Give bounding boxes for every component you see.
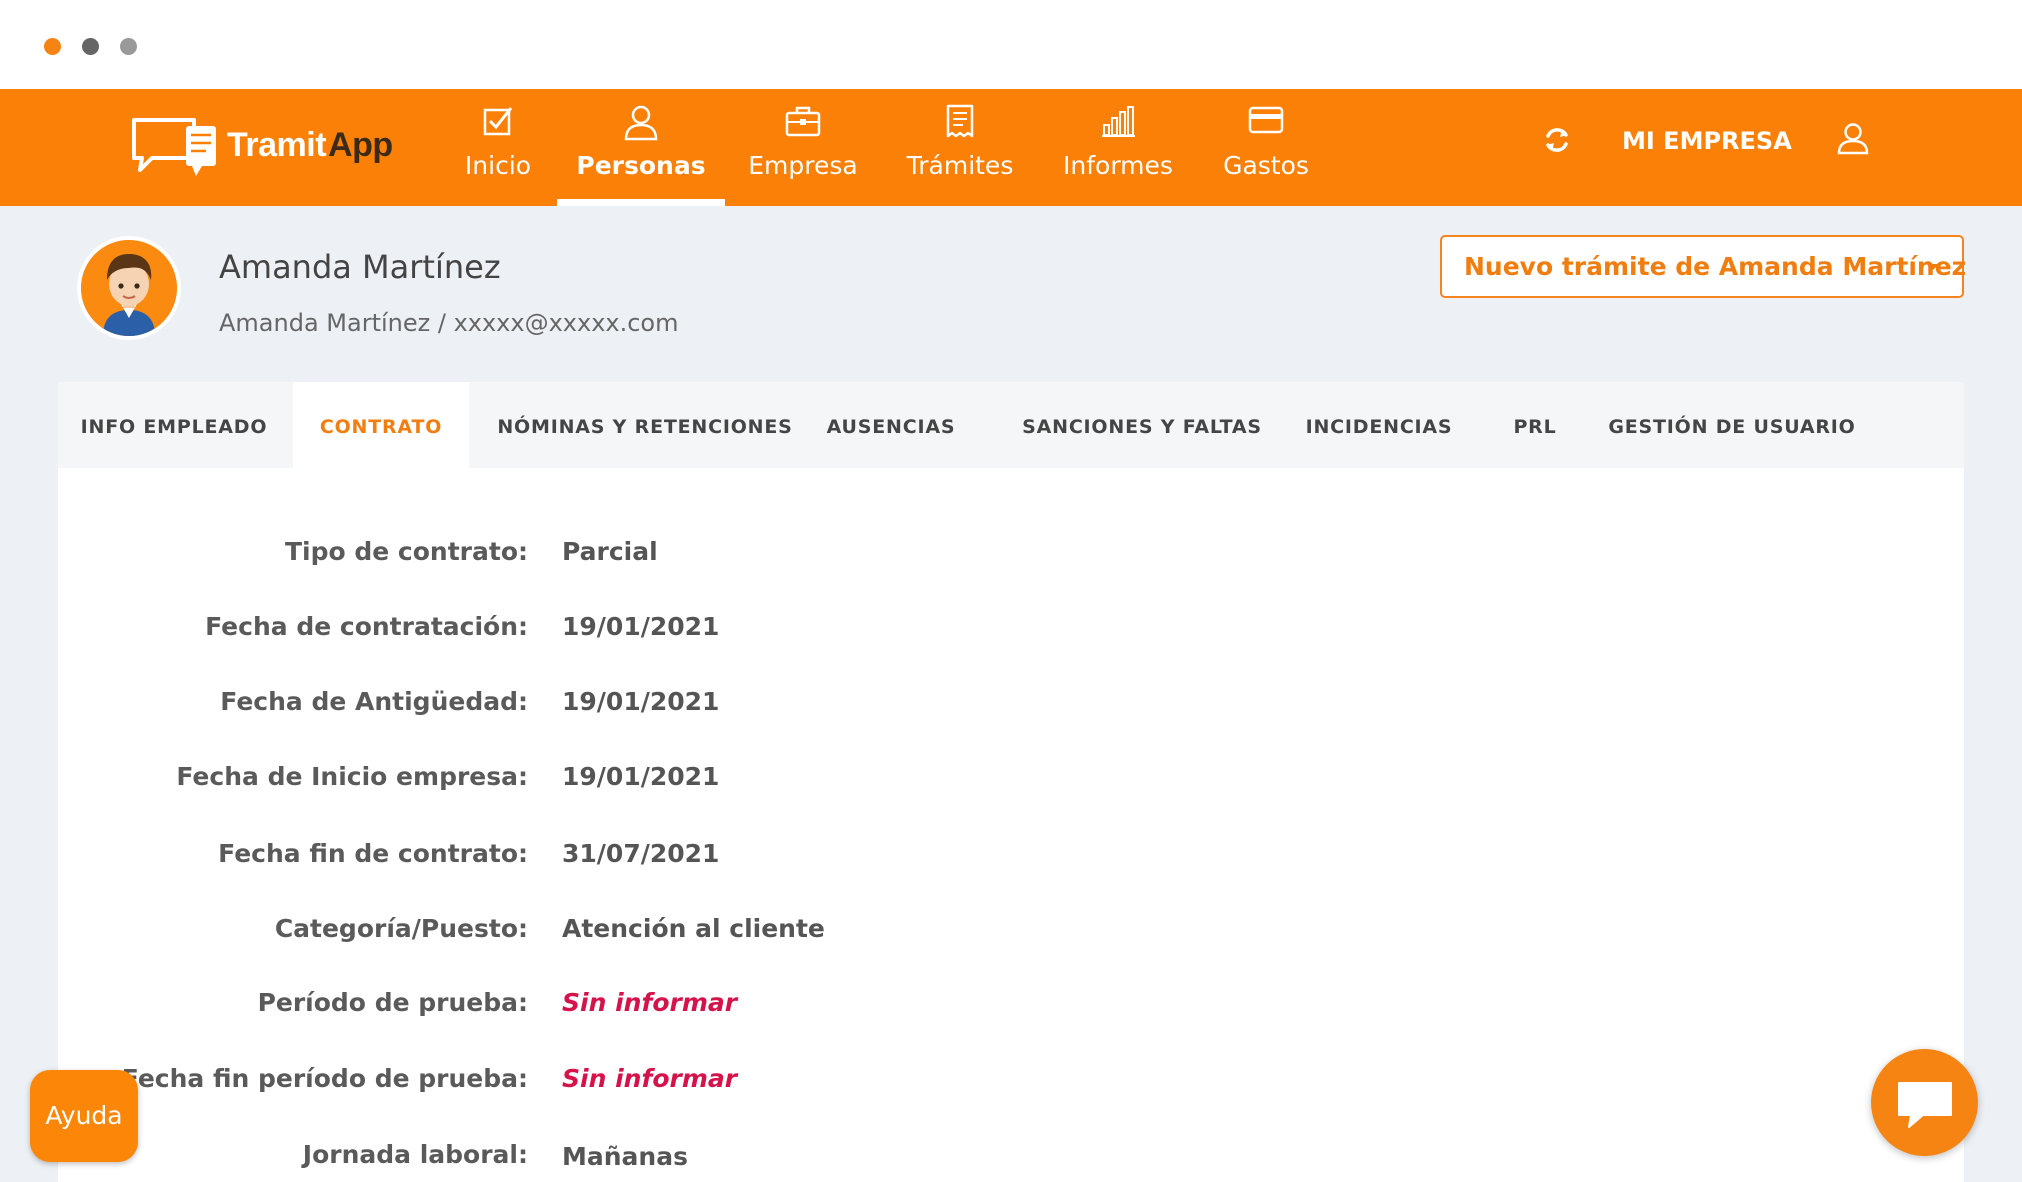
new-procedure-dropdown-button[interactable]: Nuevo trámite de Amanda Martínez <box>1440 235 1967 298</box>
nav-right-group: MI EMPRESA <box>0 89 2022 206</box>
tab-ausencias[interactable]: AUSENCIAS <box>820 382 962 468</box>
tab-sanciones-faltas[interactable]: SANCIONES Y FALTAS <box>1016 382 1268 468</box>
field-value-fecha-antiguedad: 19/01/2021 <box>562 687 720 716</box>
user-account-icon[interactable] <box>1836 121 1870 155</box>
field-value-fecha-fin-periodo-prueba: Sin informar <box>562 1064 738 1093</box>
new-procedure-button-label: Nuevo trámite de Amanda Martínez <box>1464 251 1967 281</box>
field-label-categoria-puesto: Categoría/Puesto: <box>274 914 528 943</box>
window-maximize-dot[interactable] <box>120 38 137 55</box>
field-value-periodo-prueba: Sin informar <box>562 988 738 1017</box>
window-close-dot[interactable] <box>44 38 61 55</box>
field-value-fecha-contratacion: 19/01/2021 <box>562 612 720 641</box>
tab-label: INFO EMPLEADO <box>80 416 268 438</box>
window-titlebar <box>0 0 2022 89</box>
help-button[interactable]: Ayuda <box>30 1070 138 1162</box>
tab-label: NÓMINAS Y RETENCIONES <box>497 416 793 438</box>
field-value-jornada-laboral: Mañanas <box>562 1142 688 1171</box>
tab-info-empleado[interactable]: INFO EMPLEADO <box>58 382 290 468</box>
tab-gestion-usuario[interactable]: GESTIÓN DE USUARIO <box>1606 382 1858 468</box>
field-label-fecha-fin-contrato: Fecha fin de contrato: <box>218 839 528 868</box>
chat-bubble-icon <box>1898 1082 1952 1128</box>
mi-empresa-link[interactable]: MI EMPRESA <box>1622 127 1792 155</box>
tab-nominas-retenciones[interactable]: NÓMINAS Y RETENCIONES <box>495 382 795 468</box>
chat-launcher-button[interactable] <box>1871 1049 1978 1156</box>
employee-name: Amanda Martínez <box>219 248 501 286</box>
tab-prl[interactable]: PRL <box>1490 382 1580 468</box>
tab-label: INCIDENCIAS <box>1305 416 1453 438</box>
field-label-periodo-prueba: Período de prueba: <box>257 988 528 1017</box>
tab-incidencias[interactable]: INCIDENCIAS <box>1296 382 1462 468</box>
window-minimize-dot[interactable] <box>82 38 99 55</box>
tab-label: PRL <box>1513 416 1557 438</box>
tab-label: GESTIÓN DE USUARIO <box>1608 416 1856 438</box>
employee-tabs: INFO EMPLEADO CONTRATO NÓMINAS Y RETENCI… <box>58 382 1964 468</box>
field-label-fecha-contratacion: Fecha de contratación: <box>205 612 528 641</box>
field-value-fecha-inicio-empresa: 19/01/2021 <box>562 762 720 791</box>
tab-label: CONTRATO <box>319 416 443 438</box>
employee-avatar <box>77 236 181 340</box>
field-value-categoria-puesto: Atención al cliente <box>562 914 825 943</box>
field-label-fecha-inicio-empresa: Fecha de Inicio empresa: <box>176 762 528 791</box>
refresh-icon[interactable] <box>1542 125 1572 155</box>
field-label-fecha-antiguedad: Fecha de Antigüedad: <box>220 687 528 716</box>
field-value-tipo-contrato: Parcial <box>562 537 658 566</box>
top-navigation-bar: TramitApp Inicio Personas Empresa Trámit… <box>0 89 2022 206</box>
avatar-face-icon <box>81 240 177 336</box>
tab-contrato[interactable]: CONTRATO <box>293 382 469 468</box>
tab-label: AUSENCIAS <box>826 416 956 438</box>
field-label-tipo-contrato: Tipo de contrato: <box>284 537 528 566</box>
employee-email: Amanda Martínez / xxxxx@xxxxx.com <box>219 309 679 337</box>
tab-label: SANCIONES Y FALTAS <box>1022 416 1262 438</box>
caret-down-icon <box>1927 264 1939 270</box>
field-value-fecha-fin-contrato: 31/07/2021 <box>562 839 720 868</box>
employee-detail-card: INFO EMPLEADO CONTRATO NÓMINAS Y RETENCI… <box>58 382 1964 1182</box>
